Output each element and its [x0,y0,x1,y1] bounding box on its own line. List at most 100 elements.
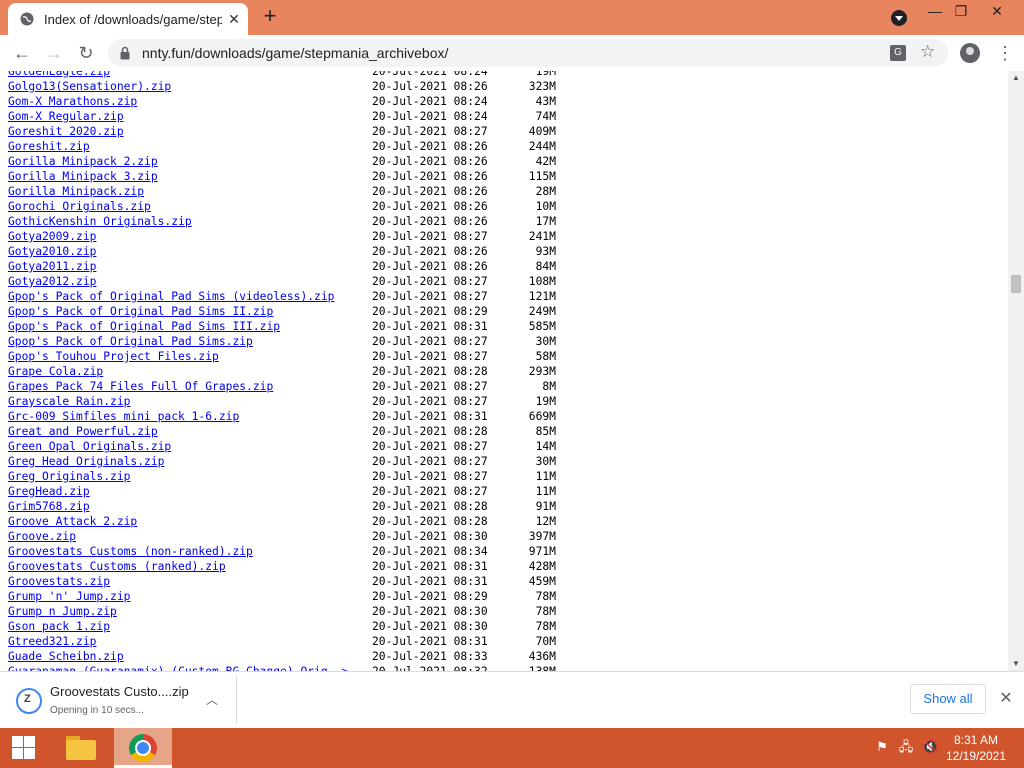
file-link[interactable]: Groovestats.zip [8,574,110,589]
file-link[interactable]: Gpop's Pack of Original Pad Sims.zip [8,334,253,349]
scroll-down-icon[interactable]: ▼ [1008,657,1024,671]
restore-button[interactable]: ❐ [944,0,978,22]
file-link[interactable]: Green Opal Originals.zip [8,439,171,454]
table-row: Gorilla Minipack 3.zip 20-Jul-2021 08:26 1… [8,169,568,184]
table-row: Gotya2012.zip 20-Jul-2021 08:27 108M [8,274,568,289]
reload-button[interactable]: ↻ [74,41,98,65]
url-text[interactable]: nnty.fun/downloads/game/stepmania_archiv… [142,45,448,61]
file-date: 20-Jul-2021 08:26 [372,200,488,213]
new-tab-button[interactable]: + [258,5,282,29]
file-date: 20-Jul-2021 08:26 [372,80,488,93]
action-center-flag-icon[interactable]: ⚑ [874,739,890,755]
file-link[interactable]: Guaranaman (Guaranamix) (Custom BG Chang… [8,664,348,671]
file-date: 20-Jul-2021 08:27 [372,380,488,393]
scroll-up-icon[interactable]: ▲ [1008,71,1024,85]
file-link[interactable]: Goreshit 2020.zip [8,124,124,139]
file-link[interactable]: Groove.zip [8,529,76,544]
file-link[interactable]: Gom-X Regular.zip [8,109,124,124]
file-link[interactable]: Grapes Pack 74 Files Full Of Grapes.zip [8,379,273,394]
file-link[interactable]: Gorochi Originals.zip [8,199,151,214]
file-link[interactable]: Gom-X Marathons.zip [8,94,137,109]
translate-icon[interactable]: G [890,45,906,61]
lock-icon [120,46,130,60]
table-row: Greg Originals.zip 20-Jul-2021 08:27 11M [8,469,568,484]
file-link[interactable]: GoldenEagle.zip [8,71,110,79]
taskbar: ⚑ 🖧 🔇 8:31 AM 12/19/2021 [0,728,1024,768]
file-link[interactable]: Gtreed321.zip [8,634,96,649]
tab-close-icon[interactable]: ✕ [226,11,242,27]
file-link[interactable]: Gotya2012.zip [8,274,96,289]
file-link[interactable]: Gorilla Minipack 2.zip [8,154,158,169]
file-explorer-icon[interactable] [60,734,100,762]
file-link[interactable]: Greg Originals.zip [8,469,130,484]
file-link[interactable]: Groove Attack 2.zip [8,514,137,529]
file-date: 20-Jul-2021 08:26 [372,155,488,168]
network-icon[interactable]: 🖧 [898,739,914,755]
chrome-taskbar-button[interactable] [114,728,172,768]
file-link[interactable]: Grump 'n' Jump.zip [8,589,130,604]
file-link[interactable]: Grim5768.zip [8,499,90,514]
file-link[interactable]: Great and Powerful.zip [8,424,158,439]
vertical-scrollbar[interactable]: ▲ ▼ [1008,71,1024,671]
back-button[interactable]: ← [10,41,34,65]
file-size: 241M [528,230,556,243]
file-link[interactable]: Grc-009 Simfiles mini pack 1-6.zip [8,409,239,424]
taskbar-clock[interactable]: 8:31 AM 12/19/2021 [944,732,1008,764]
file-link[interactable]: Groovestats Customs (ranked).zip [8,559,226,574]
file-date: 20-Jul-2021 08:27 [372,290,488,303]
tab-active[interactable]: Index of /downloads/game/stepmania_archi… [8,3,248,35]
file-link[interactable]: Goreshit.zip [8,139,90,154]
file-date: 20-Jul-2021 08:26 [372,140,488,153]
menu-icon[interactable]: ⋮ [996,41,1014,65]
file-link[interactable]: Gorilla Minipack 3.zip [8,169,158,184]
file-link[interactable]: Gpop's Pack of Original Pad Sims (videol… [8,289,334,304]
table-row: Grump n Jump.zip 20-Jul-2021 08:30 78M [8,604,568,619]
file-date: 20-Jul-2021 08:26 [372,215,488,228]
file-size: 436M [528,650,556,663]
table-row: Golgo13(Sensationer).zip 20-Jul-2021 08:2… [8,79,568,94]
file-link[interactable]: Gson pack 1.zip [8,619,110,634]
window-close-button[interactable]: ✕ [980,0,1014,22]
page-content: GoldenEagle.zip 20-Jul-2021 08:24 19M Golgo… [0,71,1008,671]
file-link[interactable]: Grump n Jump.zip [8,604,117,619]
tab-search-icon[interactable] [891,10,907,26]
chevron-up-icon[interactable]: ︿ [204,691,220,707]
show-all-button[interactable]: Show all [910,684,986,714]
table-row: Guaranaman (Guaranamix) (Custom BG Chang… [8,664,568,671]
file-link[interactable]: Greg Head Originals.zip [8,454,164,469]
file-date: 20-Jul-2021 08:24 [372,71,488,78]
table-row: Guade Scheibn.zip 20-Jul-2021 08:33 436M [8,649,568,664]
table-row: Gorilla Minipack.zip 20-Jul-2021 08:26 28M [8,184,568,199]
scrollbar-thumb[interactable] [1011,275,1021,293]
file-size: 10M [535,200,556,213]
file-size: 19M [535,395,556,408]
download-bar-close-icon[interactable]: ✕ [996,689,1016,709]
file-link[interactable]: GregHead.zip [8,484,90,499]
file-link[interactable]: Gpop's Pack of Original Pad Sims III.zip [8,319,280,334]
file-link[interactable]: Gpop's Touhou Project Files.zip [8,349,219,364]
table-row: Groove Attack 2.zip 20-Jul-2021 08:28 12M [8,514,568,529]
start-button[interactable] [0,728,48,768]
table-row: Gom-X Regular.zip 20-Jul-2021 08:24 74M [8,109,568,124]
file-link[interactable]: GothicKenshin Originals.zip [8,214,192,229]
file-date: 20-Jul-2021 08:28 [372,365,488,378]
file-link[interactable]: Gotya2009.zip [8,229,96,244]
address-bar[interactable]: nnty.fun/downloads/game/stepmania_archiv… [108,39,948,67]
forward-button[interactable]: → [42,41,66,65]
file-link[interactable]: Guade Scheibn.zip [8,649,124,664]
bookmark-star-icon[interactable]: ☆ [920,42,935,62]
file-link[interactable]: Gotya2011.zip [8,259,96,274]
file-size: 971M [528,545,556,558]
file-date: 20-Jul-2021 08:34 [372,545,488,558]
file-link[interactable]: Gpop's Pack of Original Pad Sims II.zip [8,304,273,319]
file-link[interactable]: Gotya2010.zip [8,244,96,259]
file-link[interactable]: Golgo13(Sensationer).zip [8,79,171,94]
file-link[interactable]: Groovestats Customs (non-ranked).zip [8,544,253,559]
profile-avatar-icon[interactable] [960,43,980,63]
file-link[interactable]: Gorilla Minipack.zip [8,184,144,199]
table-row: Groovestats.zip 20-Jul-2021 08:31 459M [8,574,568,589]
file-link[interactable]: Grape Cola.zip [8,364,103,379]
file-link[interactable]: Grayscale Rain.zip [8,394,130,409]
volume-muted-icon[interactable]: 🔇 [922,739,938,755]
download-item[interactable]: Groovestats Custo....zip Opening in 10 s… [8,676,237,724]
